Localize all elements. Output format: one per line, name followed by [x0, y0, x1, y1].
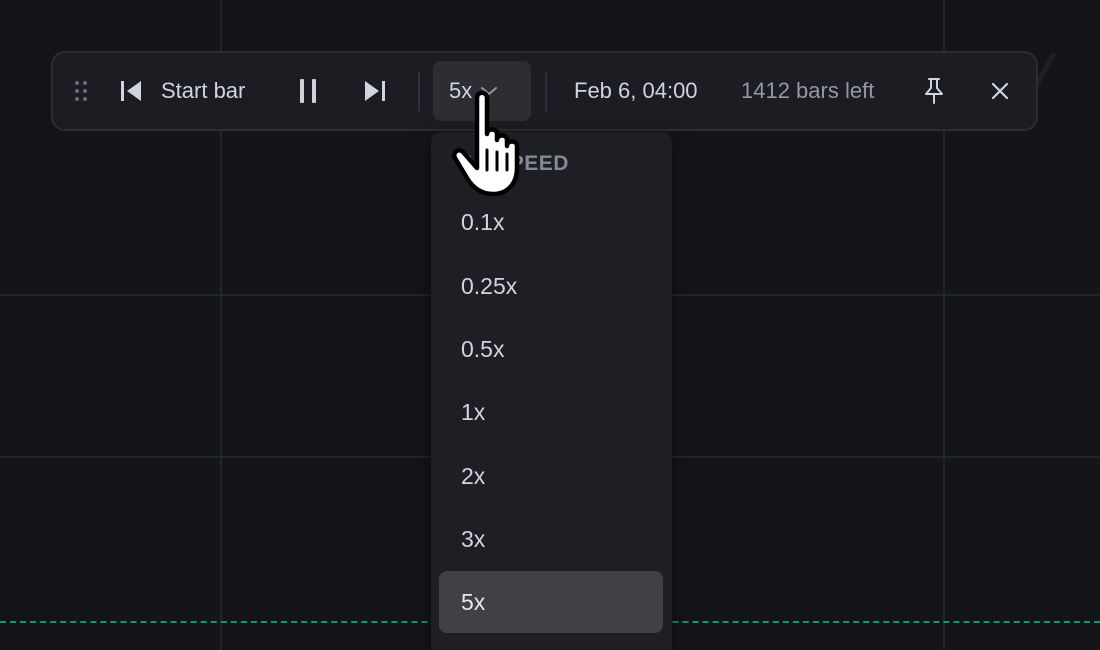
pin-button[interactable]: [919, 53, 949, 129]
speed-option-2x[interactable]: 2x: [439, 445, 663, 507]
chart-area[interactable]: / Start bar 5x Feb 6, 04:00 1412 bars le…: [0, 0, 1100, 650]
replay-toolbar: Start bar 5x Feb 6, 04:00 1412 bars left: [51, 51, 1038, 131]
pause-button[interactable]: [295, 53, 321, 129]
step-forward-button[interactable]: [361, 53, 389, 129]
speed-option-5x[interactable]: 5x: [439, 571, 663, 633]
speed-option-0.1x[interactable]: 0.1x: [439, 191, 663, 253]
close-button[interactable]: [985, 53, 1015, 129]
toolbar-separator: [545, 71, 547, 111]
start-bar-button[interactable]: Start bar: [119, 53, 245, 129]
replay-date: Feb 6, 04:00: [574, 78, 698, 103]
step-forward-icon: [365, 81, 385, 101]
hand-pointer-icon: [452, 90, 520, 197]
speed-dropdown: AY SPEED 0.1x 0.25x 0.5x 1x 2x 3x 5x: [431, 132, 672, 650]
speed-option-1x[interactable]: 1x: [439, 381, 663, 443]
start-bar-label: Start bar: [161, 78, 246, 103]
close-icon: [991, 82, 1009, 100]
speed-option-0.5x[interactable]: 0.5x: [439, 318, 663, 380]
drag-dots-icon: [75, 81, 87, 101]
skip-to-start-icon: [121, 81, 141, 101]
pause-icon: [300, 79, 316, 103]
drag-handle[interactable]: [71, 53, 91, 129]
toolbar-separator: [418, 71, 420, 111]
pin-icon: [925, 78, 943, 104]
speed-option-0.25x[interactable]: 0.25x: [439, 255, 663, 317]
speed-option-3x[interactable]: 3x: [439, 508, 663, 570]
bars-left-count: 1412 bars left: [741, 78, 875, 103]
